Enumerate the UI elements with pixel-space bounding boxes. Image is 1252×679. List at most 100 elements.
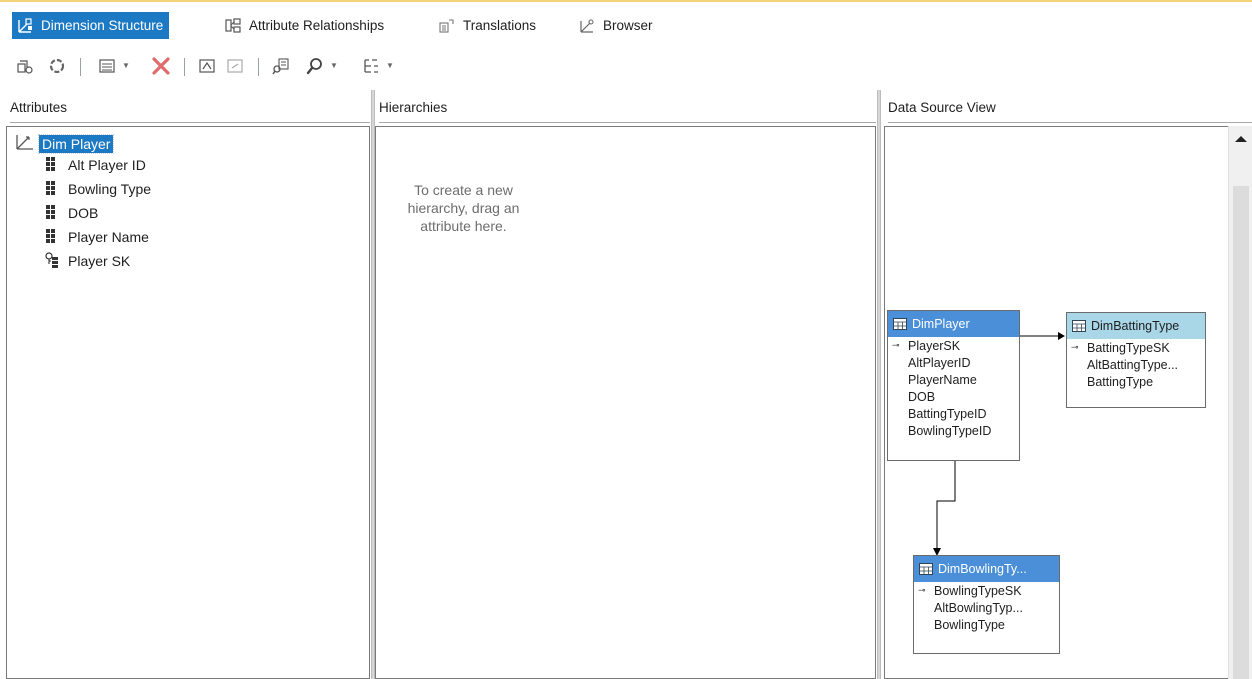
- table-title[interactable]: DimBattingType: [1067, 313, 1205, 339]
- table-name: DimBattingType: [1091, 319, 1180, 333]
- column-name: PlayerName: [908, 372, 977, 387]
- attributes-header-label: Attributes: [10, 100, 68, 115]
- show-list-icon[interactable]: [96, 54, 118, 78]
- table-title[interactable]: DimPlayer: [888, 311, 1019, 337]
- tab-translations[interactable]: Translations: [434, 12, 542, 39]
- attribute-icon: [45, 180, 57, 197]
- column-name: PlayerSK: [908, 338, 961, 353]
- table-name: DimPlayer: [912, 317, 970, 331]
- auto-build-icon[interactable]: [14, 54, 36, 78]
- dimension-name: Dim Player: [37, 133, 115, 154]
- table-title[interactable]: DimBowlingTy...: [914, 556, 1059, 582]
- translations-icon: [438, 17, 456, 35]
- attribute-label: DOB: [68, 204, 99, 221]
- column-row[interactable]: BowlingType: [914, 616, 1059, 633]
- tab-label: Translations: [463, 18, 537, 33]
- column-row[interactable]: PlayerName: [888, 371, 1019, 388]
- attribute-label: Alt Player ID: [68, 156, 146, 173]
- hint-line: hierarchy, drag an: [407, 200, 520, 216]
- dsv-header-label: Data Source View: [888, 100, 996, 115]
- column-row[interactable]: AltBowlingTyp...: [914, 599, 1059, 616]
- column-row-key[interactable]: ⊸ BowlingTypeSK: [914, 582, 1059, 599]
- column-row-key[interactable]: ⊸ BattingTypeSK: [1067, 339, 1205, 356]
- attribute-icon[interactable]: [196, 54, 218, 78]
- column-row[interactable]: BattingTypeID: [888, 405, 1019, 422]
- layout-dropdown-icon[interactable]: ▼: [386, 61, 394, 70]
- attribute-item[interactable]: DOB: [45, 204, 98, 221]
- table-icon: [919, 563, 933, 575]
- column-name: AltBowlingTyp...: [934, 600, 1023, 615]
- tab-attribute-relationships[interactable]: Attribute Relationships: [220, 12, 390, 39]
- attribute-icon: [45, 156, 57, 173]
- refresh-icon[interactable]: [46, 54, 68, 78]
- browser-icon: [578, 17, 596, 35]
- layout-icon[interactable]: [360, 54, 382, 78]
- key-icon: ⊸: [918, 585, 926, 595]
- dsv-pane-header: Data Source View: [888, 93, 1252, 123]
- attributes-pane[interactable]: Dim Player Alt Player ID Bowling Type DO…: [6, 126, 370, 679]
- tab-label: Dimension Structure: [41, 18, 164, 33]
- column-row[interactable]: BowlingTypeID: [888, 422, 1019, 439]
- attribute-item-key[interactable]: Player SK: [45, 252, 130, 269]
- key-attribute-icon: [45, 252, 58, 269]
- dimension-icon: [15, 133, 35, 154]
- table-icon: [1072, 320, 1086, 332]
- hierarchy-drop-hint: To create a new hierarchy, drag an attri…: [376, 181, 551, 235]
- toolbar-separator: [184, 58, 185, 76]
- tree-root-dimension[interactable]: Dim Player: [15, 133, 115, 154]
- scrollbar-thumb[interactable]: [1233, 186, 1249, 679]
- column-row[interactable]: AltBattingType...: [1067, 356, 1205, 373]
- hierarchies-pane[interactable]: To create a new hierarchy, drag an attri…: [375, 126, 876, 679]
- attribute-item[interactable]: Player Name: [45, 228, 149, 245]
- dsv-table-dimbowlingtype[interactable]: DimBowlingTy... ⊸ BowlingTypeSK AltBowlin…: [913, 555, 1060, 654]
- tab-label: Browser: [603, 18, 653, 33]
- column-name: AltBattingType...: [1087, 357, 1179, 372]
- zoom-dropdown-icon[interactable]: ▼: [330, 61, 338, 70]
- pane-splitter[interactable]: [877, 90, 881, 679]
- scroll-up-icon[interactable]: [1235, 136, 1247, 142]
- explore-data-icon[interactable]: [270, 54, 292, 78]
- table-icon[interactable]: [224, 54, 246, 78]
- key-icon: ⊸: [1071, 342, 1079, 352]
- designer-toolbar: ▼ ▼ ▼: [0, 54, 1252, 82]
- key-icon: ⊸: [892, 340, 900, 350]
- dsv-table-dimplayer[interactable]: DimPlayer ⊸ PlayerSK AltPlayerID PlayerNa…: [887, 310, 1020, 461]
- column-name: AltPlayerID: [908, 355, 971, 370]
- designer-tab-bar: Dimension Structure Attribute Relationsh…: [0, 8, 1252, 42]
- hierarchies-pane-header: Hierarchies: [379, 93, 876, 123]
- column-name: DOB: [908, 389, 936, 404]
- tab-label: Attribute Relationships: [249, 18, 385, 33]
- column-row[interactable]: BattingType: [1067, 373, 1205, 390]
- column-name: BattingType: [1087, 374, 1154, 389]
- column-name: BowlingType: [934, 617, 1005, 632]
- tab-browser[interactable]: Browser: [574, 12, 659, 39]
- column-name: BowlingTypeID: [908, 423, 992, 438]
- tab-dimension-structure[interactable]: Dimension Structure: [12, 12, 170, 39]
- show-list-dropdown-icon[interactable]: ▼: [122, 61, 130, 70]
- attributes-pane-header: Attributes: [10, 93, 370, 123]
- delete-icon[interactable]: [150, 54, 172, 78]
- attribute-label: Player Name: [68, 228, 149, 245]
- dsv-vertical-scrollbar[interactable]: [1228, 126, 1252, 679]
- attribute-item[interactable]: Alt Player ID: [45, 156, 146, 173]
- hint-line: attribute here.: [420, 218, 507, 234]
- attribute-label: Player SK: [68, 252, 131, 269]
- attribute-icon: [45, 228, 57, 245]
- dsv-pane[interactable]: DimPlayer ⊸ PlayerSK AltPlayerID PlayerNa…: [884, 126, 1252, 679]
- dsv-table-dimbattingtype[interactable]: DimBattingType ⊸ BattingTypeSK AltBatting…: [1066, 312, 1206, 408]
- zoom-icon[interactable]: [304, 54, 326, 78]
- column-name: BattingTypeID: [908, 406, 987, 421]
- attribute-item[interactable]: Bowling Type: [45, 180, 151, 197]
- top-accent-line: [0, 0, 1252, 2]
- column-row[interactable]: DOB: [888, 388, 1019, 405]
- column-row[interactable]: AltPlayerID: [888, 354, 1019, 371]
- hint-line: To create a new: [414, 182, 513, 198]
- column-row-key[interactable]: ⊸ PlayerSK: [888, 337, 1019, 354]
- toolbar-separator: [80, 58, 81, 76]
- hierarchies-header-label: Hierarchies: [379, 100, 448, 115]
- attribute-label: Bowling Type: [68, 180, 152, 197]
- table-icon: [893, 318, 907, 330]
- attribute-icon: [45, 204, 57, 221]
- column-name: BowlingTypeSK: [934, 583, 1022, 598]
- table-name: DimBowlingTy...: [938, 562, 1027, 576]
